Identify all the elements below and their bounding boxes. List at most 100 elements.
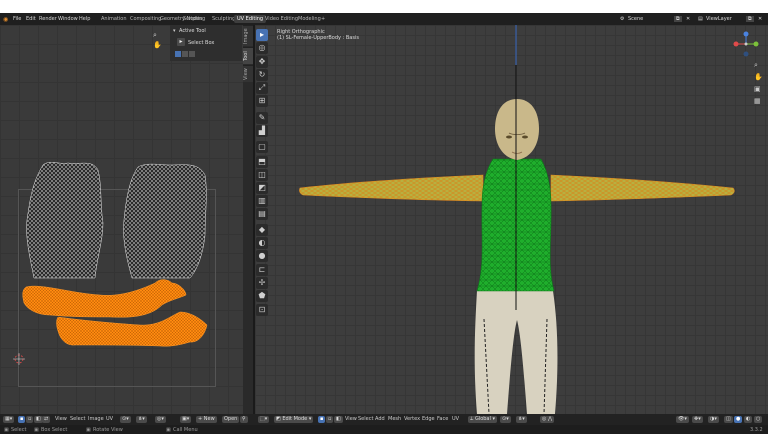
shear-tool-icon[interactable]: ⬟ [256,290,268,302]
menu-render[interactable]: Render [39,16,57,22]
side-tab-view[interactable]: View [243,65,253,82]
annotate-tool-icon[interactable]: ✎ [256,112,268,124]
proportional-icon[interactable]: ◎▾ [155,416,166,423]
menu-window[interactable]: Window [58,16,78,22]
mode-label: Edit Mode [282,416,308,422]
add-workspace-icon[interactable]: + [318,15,328,23]
loop-cut-tool-icon[interactable]: ▥ [256,195,268,207]
select-tool-icon[interactable]: ▸ [256,29,268,41]
tab-scripting[interactable]: Scripting [180,15,208,23]
uv-new-button[interactable]: + New [196,416,217,423]
view-layer-selector[interactable]: ViewLayer [706,16,732,22]
blender-logo-icon[interactable]: ◉ [3,16,8,23]
mode-subtract-icon[interactable] [189,51,195,57]
rotate-tool-icon[interactable]: ↻ [256,69,268,81]
shrink-fatten-tool-icon[interactable]: ✢ [256,277,268,289]
viewport-pivot-icon[interactable]: ⊙▾ [500,416,511,423]
viewport-proportional-icon[interactable]: ◎ ⋀ [540,416,555,423]
uv-menu-select[interactable]: Select [70,416,85,422]
cursor-tool-icon[interactable]: ◎ [256,42,268,54]
pan-hand-icon[interactable]: ✋ [153,41,162,49]
uv-menu-image[interactable]: Image [88,416,104,422]
shading-rendered-icon[interactable]: ○ [754,416,763,423]
viewport-menu-mesh[interactable]: Mesh [388,416,401,422]
uv-menu-uv[interactable]: UV [106,416,113,422]
snap-icon[interactable]: ⋔▾ [136,416,147,423]
measure-tool-icon[interactable]: ▟ [256,125,268,137]
xray-icon[interactable]: ◫ [724,416,733,423]
transform-tool-icon[interactable]: ⊞ [256,95,268,107]
viewport-menu-face[interactable]: Face [437,416,448,422]
editor-type-icon[interactable]: ▦▾ [3,416,15,423]
vertex-select-icon[interactable]: ▪ [318,416,326,423]
viewport-editor-type-icon[interactable]: ⬚▾ [258,416,270,423]
side-tab-tool[interactable]: Tool [243,47,253,64]
overlay-visibility-icon[interactable]: 👁▾ [676,416,689,423]
viewport-menu-uv[interactable]: UV [452,416,459,422]
scale-tool-icon[interactable]: ⤢ [256,82,268,94]
spin-tool-icon[interactable]: ◐ [256,237,268,249]
side-tab-image[interactable]: Image [243,25,253,46]
uv-sync-icon[interactable]: ⇄ [42,416,51,423]
knife-tool-icon[interactable]: ▤ [256,208,268,220]
perspective-toggle-icon[interactable]: ▦ [754,97,761,105]
mode-selector[interactable]: ◩ Edit Mode ▾ [274,416,314,423]
shading-material-icon[interactable]: ◐ [744,416,753,423]
orientation-selector[interactable]: ⟂ Global ▾ [468,416,497,423]
rip-tool-icon[interactable]: ⊡ [256,304,268,316]
select-box-icon[interactable]: ▸ [177,38,185,46]
face-select-icon[interactable]: ◧ [334,416,343,423]
tab-animation[interactable]: Animation [98,15,130,23]
arms [299,174,484,202]
mode-new-icon[interactable] [175,51,181,57]
collapse-chevron-icon[interactable]: ▾ [173,28,176,34]
uv-island-torso-front [26,162,104,279]
move-tool-icon[interactable]: ✥ [256,56,268,68]
uv-pin-icon[interactable]: ⚲ [240,416,248,423]
mode-extend-icon[interactable] [182,51,188,57]
active-tool-header: Active Tool [179,28,206,34]
viewport-menu-edge[interactable]: Edge [422,416,435,422]
bottom-headers: ▦▾ ▪ ▫ ◧ ⇄ View Select Image UV ⊙▾ ⋔▾ ◎▾… [0,414,768,425]
uv-island-arm-upper [22,279,187,318]
edge-slide-tool-icon[interactable]: ⊏ [256,264,268,276]
poly-build-tool-icon[interactable]: ◆ [256,224,268,236]
viewport-menu-add[interactable]: Add [375,416,385,422]
3d-viewport[interactable]: Right Orthographic (1) SL-Female-UpperBo… [255,25,768,414]
overlays-icon[interactable]: ◑▾ [708,416,719,423]
pan-view-icon[interactable]: ✋ [754,73,763,81]
gizmo-toggle-icon[interactable]: ✥▾ [692,416,703,423]
new-view-layer-icon[interactable]: ⧉ [746,16,754,22]
image-browse-icon[interactable]: ▣▾ [180,416,192,423]
edge-select-icon[interactable]: ▫ [326,416,334,423]
zoom-icon[interactable]: ⌕ [153,31,157,40]
uv-menu-view[interactable]: View [55,416,67,422]
camera-view-icon[interactable]: ▣ [754,85,761,93]
scene-selector[interactable]: Scene [628,16,643,22]
delete-scene-icon[interactable]: ✕ [686,16,690,22]
zoom-view-icon[interactable]: ⌕ [754,61,758,70]
shading-solid-icon[interactable]: ● [734,416,743,423]
extrude-tool-icon[interactable]: ⬒ [256,156,268,168]
bevel-tool-icon[interactable]: ◩ [256,182,268,194]
uv-editor[interactable]: ⌕ ✋ [0,25,254,414]
menu-file[interactable]: File [13,16,21,22]
viewport-snap-icon[interactable]: ⋔▾ [516,416,527,423]
navigation-gizmo[interactable] [733,31,759,57]
status-call-menu: Call Menu [173,427,198,433]
uv-select-mode-edge-icon[interactable]: ▫ [26,416,34,423]
menu-edit[interactable]: Edit [26,16,36,22]
smooth-tool-icon[interactable]: ● [256,250,268,262]
uv-open-label: Open [224,416,238,422]
uv-select-mode-vertex-icon[interactable]: ▪ [18,416,26,423]
viewport-menu-view[interactable]: View [345,416,357,422]
viewport-menu-select[interactable]: Select [358,416,373,422]
viewport-menu-vertex[interactable]: Vertex [404,416,420,422]
uv-open-button[interactable]: Open [222,416,240,423]
add-cube-tool-icon[interactable]: ▢ [256,141,268,153]
new-scene-icon[interactable]: ⧉ [674,16,682,22]
pivot-icon[interactable]: ⊙▾ [120,416,131,423]
delete-view-layer-icon[interactable]: ✕ [758,16,762,22]
inset-tool-icon[interactable]: ◫ [256,169,268,181]
menu-help[interactable]: Help [79,16,90,22]
